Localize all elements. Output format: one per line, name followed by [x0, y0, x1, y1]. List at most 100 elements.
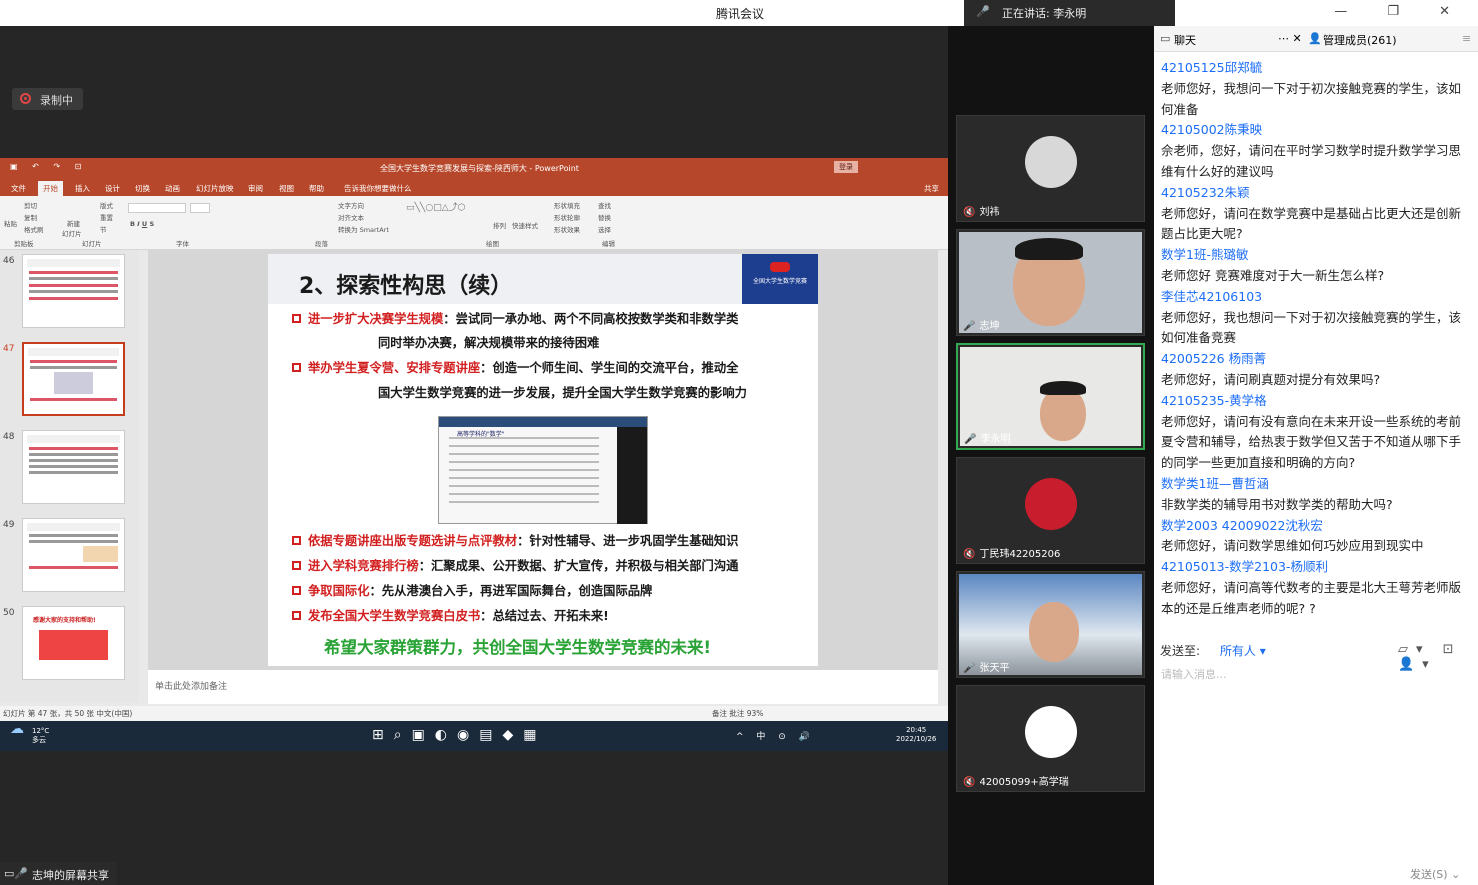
bullet-2-cont: 国大学生数学竞赛的进一步发展，提升全国大学生数学竞赛的影响力: [378, 386, 747, 400]
face: [1040, 387, 1086, 441]
format-painter-button[interactable]: 格式刷: [24, 224, 44, 234]
slide-thumb-48[interactable]: [22, 430, 125, 504]
tab-animations[interactable]: 动画: [165, 183, 180, 194]
participant-tile[interactable]: 🔇 刘祎: [956, 115, 1145, 222]
login-button[interactable]: 登录: [834, 161, 858, 173]
menu-icon[interactable]: ≡: [1462, 32, 1471, 45]
shapes-gallery[interactable]: ▭╲╲○□△⤴⬡: [406, 200, 465, 213]
slide-thumb-46[interactable]: [22, 254, 125, 328]
text-direction-button[interactable]: 文字方向: [338, 200, 364, 210]
tab-design[interactable]: 设计: [105, 183, 120, 194]
participant-tile[interactable]: 🔇 42005099+高学瑞: [956, 685, 1145, 792]
chevron-down-icon[interactable]: ⌄: [1451, 868, 1460, 881]
recording-badge[interactable]: 录制中: [12, 88, 83, 110]
font-name-select[interactable]: [128, 203, 186, 213]
mic-icon: 🎤: [963, 321, 976, 332]
members-icon: 👤: [1308, 32, 1322, 45]
chat-message-text: 老师您好 竞赛难度对于大一新生怎么样?: [1161, 267, 1385, 283]
chat-sender[interactable]: 42105013-数学2103-杨顺利: [1161, 557, 1471, 578]
layout-button[interactable]: 版式: [100, 200, 113, 210]
bullet-head: 进一步扩大决赛学生规模: [308, 312, 444, 326]
chat-sender[interactable]: 42105002陈秉映: [1161, 120, 1471, 141]
chat-sender[interactable]: 42105232朱颖: [1161, 183, 1471, 204]
tab-file[interactable]: 文件: [11, 183, 26, 194]
share-button[interactable]: 共享: [924, 183, 939, 194]
bullet-body: ：尝试同一承办地、两个不同高校按数学类和非数学类: [443, 312, 739, 326]
view-controls[interactable]: 备注 批注 93%: [712, 708, 763, 719]
new-slide-button[interactable]: 新建: [67, 218, 80, 228]
tab-view[interactable]: 视图: [279, 183, 294, 194]
find-button[interactable]: 查找: [598, 200, 611, 210]
tell-me-search[interactable]: 告诉我你想要做什么: [344, 183, 412, 194]
chat-sender[interactable]: 42105125邱郑毓: [1161, 58, 1471, 79]
participant-tile[interactable]: 🔇 丁民玮42205206: [956, 457, 1145, 564]
slide-thumb-47[interactable]: [22, 342, 125, 416]
shape-effects-button[interactable]: 形状效果: [554, 224, 580, 234]
quick-styles-button[interactable]: 快速样式: [512, 220, 538, 230]
shared-screen-stage: 录制中 ▣ ↶ ↷ ⊡ 全国大学生数学竞赛发展与探索-陕西师大 - PowerP…: [0, 26, 948, 885]
participant-tile[interactable]: 🎤 志坤: [956, 229, 1145, 336]
send-to-select[interactable]: 所有人 ▾: [1220, 644, 1266, 658]
tab-chat[interactable]: 聊天: [1174, 32, 1196, 48]
tab-slideshow[interactable]: 幻灯片放映: [196, 183, 234, 194]
thumb-line: [29, 284, 118, 287]
quick-access-icons[interactable]: ▣ ↶ ↷ ⊡: [10, 162, 87, 171]
replace-button[interactable]: 替换: [598, 212, 611, 222]
ppt-title-bar: ▣ ↶ ↷ ⊡ 全国大学生数学竞赛发展与探索-陕西师大 - PowerPoint…: [0, 158, 948, 178]
chat-icon: ▭: [1160, 32, 1171, 45]
tab-home[interactable]: 开始: [38, 181, 63, 196]
close-icon[interactable]: ⋯ ✕: [1278, 32, 1302, 45]
thumb-line: [29, 471, 118, 474]
chat-sender[interactable]: 42005226 杨雨菁: [1161, 349, 1471, 370]
weather-widget[interactable]: 12°C多云: [10, 725, 49, 745]
clock[interactable]: 20:45 2022/10/26: [896, 726, 936, 744]
thumb-line: [29, 453, 118, 456]
chat-sender[interactable]: 数学1班-熊璐敏: [1161, 245, 1471, 266]
align-text-button[interactable]: 对齐文本: [338, 212, 364, 222]
screen-share-icon: ▭🎤: [4, 867, 29, 880]
select-button[interactable]: 选择: [598, 224, 611, 234]
shape-outline-button[interactable]: 形状轮廓: [554, 212, 580, 222]
muted-icon: 🔇: [963, 777, 976, 788]
chat-sender[interactable]: 数学类1班—曹哲涵: [1161, 474, 1471, 495]
paste-button[interactable]: 粘贴: [4, 218, 17, 228]
section-button[interactable]: 节: [100, 224, 107, 234]
slide-thumb-50[interactable]: 感谢大家的支持和帮助!: [22, 606, 125, 680]
bullet-body: ：创造一个师生间、学生间的交流平台，推动全: [480, 361, 739, 375]
thumb-line: [29, 297, 118, 300]
font-size-select[interactable]: [190, 203, 210, 213]
copy-button[interactable]: 复制: [24, 212, 37, 222]
chat-tools[interactable]: ▱▾ ⊡ 👤▾: [1398, 642, 1478, 672]
chat-sender[interactable]: 李佳芯42106103: [1161, 287, 1471, 308]
tab-members[interactable]: 管理成员(261): [1323, 32, 1397, 48]
bold-button[interactable]: B I U S: [130, 220, 154, 228]
tab-help[interactable]: 帮助: [309, 183, 324, 194]
tab-transitions[interactable]: 切换: [135, 183, 150, 194]
bullet-head: 发布全国大学生数学竞赛白皮书: [308, 609, 481, 623]
chat-message-text: 佘老师，您好，请问在平时学习数学时提升数学学习思维有什么好的建议吗: [1161, 143, 1462, 179]
participant-tile-active[interactable]: 🎤 李永明: [956, 343, 1145, 450]
reset-button[interactable]: 重置: [100, 212, 113, 222]
screen-share-text: 志坤的屏幕共享: [32, 869, 109, 882]
shape-fill-button[interactable]: 形状填充: [554, 200, 580, 210]
ppt-status-bar: 幻灯片 第 47 张，共 50 张 中文(中国) 备注 批注 93%: [0, 706, 948, 721]
cut-button[interactable]: 剪切: [24, 200, 37, 210]
chat-sender[interactable]: 42105235-黄学格: [1161, 391, 1471, 412]
slide-thumb-49[interactable]: [22, 518, 125, 592]
chat-message-text: 非数学类的辅导用书对数学类的帮助大吗?: [1161, 496, 1393, 512]
tab-review[interactable]: 审阅: [248, 183, 263, 194]
ppt-document-title: 全国大学生数学竞赛发展与探索-陕西师大 - PowerPoint: [380, 164, 579, 173]
participant-tile[interactable]: 🎤 张天平: [956, 571, 1145, 678]
smartart-button[interactable]: 转换为 SmartArt: [338, 224, 389, 234]
system-tray[interactable]: ^ 中 ⊙ 🔊: [736, 729, 815, 742]
notes-pane[interactable]: 单击此处添加备注: [148, 670, 938, 704]
thumb-line: [29, 277, 118, 280]
window-controls[interactable]: — ❐ ✕: [1334, 4, 1468, 19]
tab-insert[interactable]: 插入: [75, 183, 90, 194]
group-paragraph: 段落: [315, 240, 328, 248]
arrange-button[interactable]: 排列: [493, 220, 506, 230]
chat-sender[interactable]: 数学2003 42009022沈秋宏: [1161, 516, 1471, 537]
chat-input[interactable]: 请输入消息...: [1161, 666, 1227, 682]
taskbar-apps[interactable]: ⊞⌕▣◐◉▤◆▦: [372, 727, 546, 743]
send-button[interactable]: 发送(S) ⌄: [1410, 866, 1460, 882]
